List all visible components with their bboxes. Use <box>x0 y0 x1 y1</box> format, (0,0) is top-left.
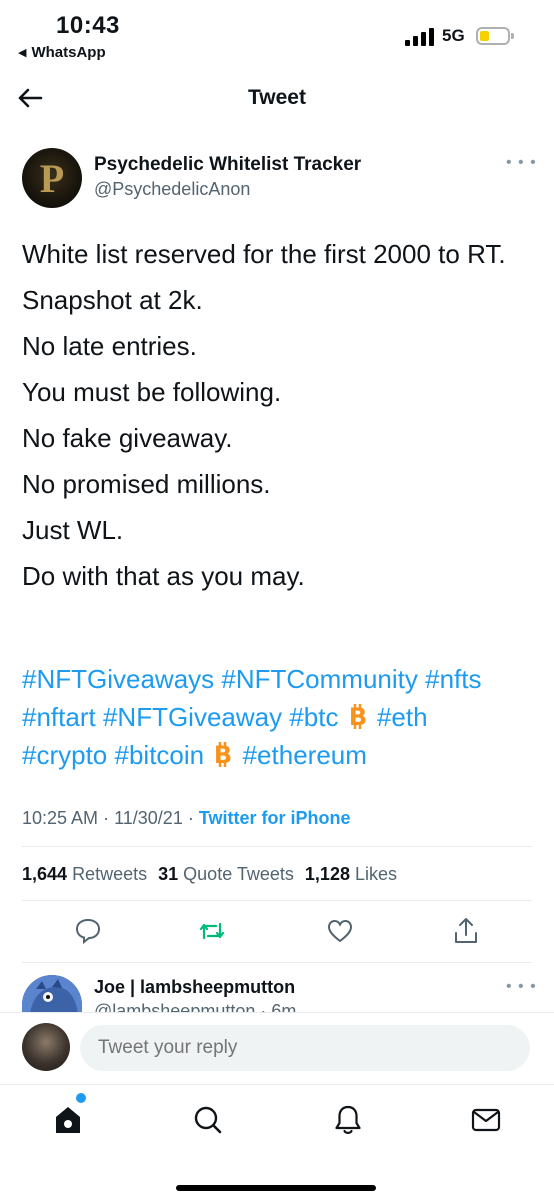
cellular-signal-icon <box>405 28 434 46</box>
heart-icon[interactable] <box>326 916 354 946</box>
bitcoin-emoji-icon: B <box>214 741 232 768</box>
notification-dot <box>76 1093 86 1103</box>
retweets-stat[interactable]: 1,644 Retweets <box>22 864 147 884</box>
tweet-hashtags: #NFTGiveaways #NFTCommunity #nfts #nftar… <box>22 660 542 774</box>
svg-text:B: B <box>349 703 367 730</box>
hashtag-link[interactable]: #ethereum <box>243 740 367 770</box>
svg-text:B: B <box>214 741 232 768</box>
tweet-stats: 1,644 Retweets 31 Quote Tweets 1,128 Lik… <box>22 864 397 885</box>
retweet-icon[interactable] <box>198 916 226 946</box>
tweet-line: You must be following. <box>22 377 282 407</box>
share-icon[interactable] <box>452 916 480 946</box>
reply-author-handle-clip: @lambsheepmutton · 6m <box>94 1000 374 1012</box>
bitcoin-emoji-icon: B <box>349 703 367 730</box>
reply-compose-bar <box>0 1012 554 1082</box>
top-app-bar: Tweet <box>0 72 554 128</box>
tweet-text: White list reserved for the first 2000 t… <box>22 236 537 604</box>
back-app-label: WhatsApp <box>31 44 106 61</box>
bell-icon[interactable] <box>332 1103 364 1137</box>
status-time: 10:43 <box>56 12 120 39</box>
hashtag-link[interactable]: #btc <box>289 702 338 732</box>
hashtag-link[interactable]: #eth <box>377 702 428 732</box>
tweet-line: No late entries. <box>22 331 197 361</box>
quote-tweets-stat[interactable]: 31 Quote Tweets <box>158 864 294 884</box>
quotes-count: 31 <box>158 864 179 884</box>
back-triangle-icon: ◀ <box>18 47 27 59</box>
hashtag-link[interactable]: #bitcoin <box>115 740 205 770</box>
avatar-letter: P <box>39 155 65 201</box>
tweet-time: 10:25 AM <box>22 808 99 828</box>
reply-author-name[interactable]: Joe | lambsheepmutton <box>94 977 295 998</box>
hashtag-link[interactable]: #nfts <box>425 664 481 694</box>
tweet-line: No promised millions. <box>22 469 271 499</box>
mail-icon[interactable] <box>470 1103 502 1137</box>
tweet-source-link[interactable]: Twitter for iPhone <box>199 808 351 828</box>
more-icon[interactable]: • • • <box>506 155 537 171</box>
author-display-name[interactable]: Psychedelic Whitelist Tracker <box>94 154 361 176</box>
user-avatar[interactable] <box>22 1023 70 1071</box>
page-title: Tweet <box>248 86 306 109</box>
likes-stat[interactable]: 1,128 Likes <box>305 864 397 884</box>
back-to-app-link[interactable]: ◀ WhatsApp <box>18 44 106 61</box>
tweet-line: Do with that as you may. <box>22 561 305 591</box>
hashtag-link[interactable]: #nftart <box>22 702 96 732</box>
retweets-count: 1,644 <box>22 864 68 884</box>
likes-count: 1,128 <box>304 864 350 884</box>
divider <box>22 846 532 847</box>
battery-icon <box>476 27 514 45</box>
reply-author-handle: @lambsheepmutton · 6m <box>94 1001 297 1012</box>
tweet-line: No fake giveaway. <box>22 423 233 453</box>
bottom-navigation <box>0 1084 554 1200</box>
hashtag-link[interactable]: #NFTCommunity <box>221 664 417 694</box>
author-avatar[interactable]: P <box>22 148 82 208</box>
reply-more-icon[interactable]: • • • <box>506 979 537 995</box>
divider <box>22 900 532 901</box>
hashtag-link[interactable]: #NFTGiveaway <box>103 702 282 732</box>
meta-separator: · <box>103 808 110 828</box>
home-indicator[interactable] <box>176 1185 376 1191</box>
meta-separator: · <box>187 808 194 828</box>
tweet-actions-bar <box>0 916 554 948</box>
reply-icon[interactable] <box>74 916 102 946</box>
reply-input[interactable] <box>80 1025 530 1071</box>
author-handle[interactable]: @PsychedelicAnon <box>94 179 250 200</box>
tweet-date: 11/30/21 <box>114 808 183 828</box>
quotes-label: Quote Tweets <box>183 864 294 884</box>
hashtag-link[interactable]: #NFTGiveaways <box>22 664 214 694</box>
tweet-line: White list reserved for the first 2000 t… <box>22 239 506 269</box>
tweet-line: Just WL. <box>22 515 124 545</box>
reply-author-avatar[interactable] <box>22 975 82 1015</box>
divider <box>22 962 532 963</box>
retweets-label: Retweets <box>72 864 148 884</box>
home-icon[interactable] <box>52 1103 84 1137</box>
status-bar: 10:43 ◀ WhatsApp 5G <box>0 0 554 70</box>
network-type: 5G <box>442 26 465 45</box>
tweet-line: Snapshot at 2k. <box>22 285 203 315</box>
hashtag-link[interactable]: #crypto <box>22 740 107 770</box>
search-icon[interactable] <box>192 1103 224 1137</box>
likes-label: Likes <box>354 864 398 884</box>
tweet-metadata: 10:25 AM · 11/30/21 · Twitter for iPhone <box>22 808 351 829</box>
